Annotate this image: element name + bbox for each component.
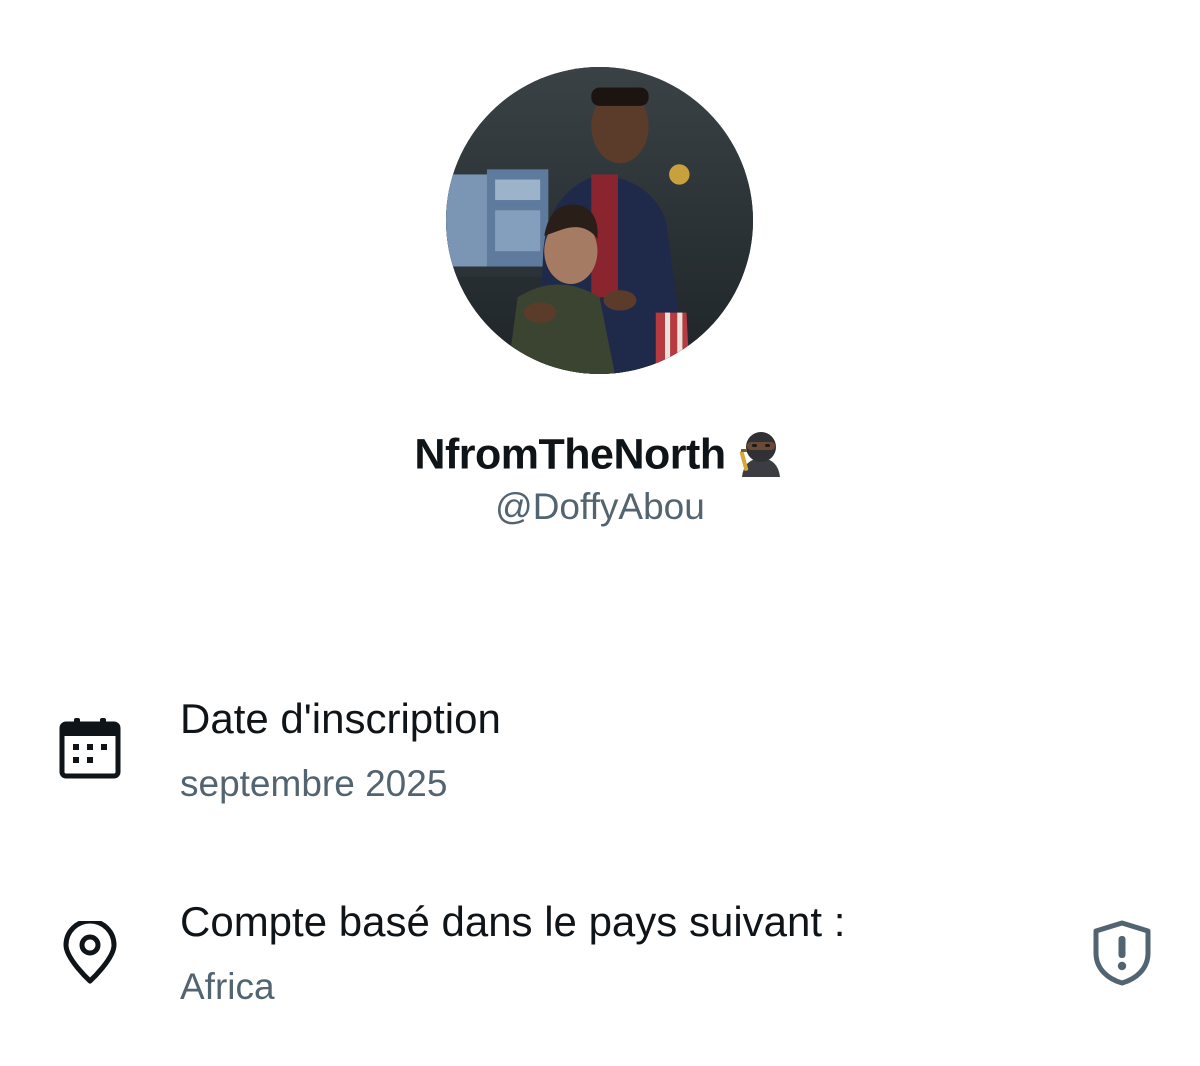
calendar-icon bbox=[59, 718, 121, 779]
joined-value: septembre 2025 bbox=[180, 763, 448, 804]
ninja-emoji bbox=[736, 427, 786, 477]
about-account-page: NfromTheNorth @DoffyAbou Date d'inscript… bbox=[0, 0, 1200, 1066]
location-value: Africa bbox=[180, 966, 275, 1007]
shield-alert-icon[interactable] bbox=[1088, 919, 1156, 987]
display-name: NfromTheNorth bbox=[414, 430, 726, 479]
joined-title: Date d'inscription bbox=[180, 695, 501, 742]
display-name-row: NfromTheNorth bbox=[0, 424, 1200, 483]
location-pin-icon bbox=[63, 921, 117, 984]
avatar-image bbox=[446, 67, 753, 374]
avatar[interactable] bbox=[446, 67, 753, 374]
location-title: Compte basé dans le pays suivant : bbox=[180, 898, 846, 945]
user-handle: @DoffyAbou bbox=[495, 486, 705, 527]
